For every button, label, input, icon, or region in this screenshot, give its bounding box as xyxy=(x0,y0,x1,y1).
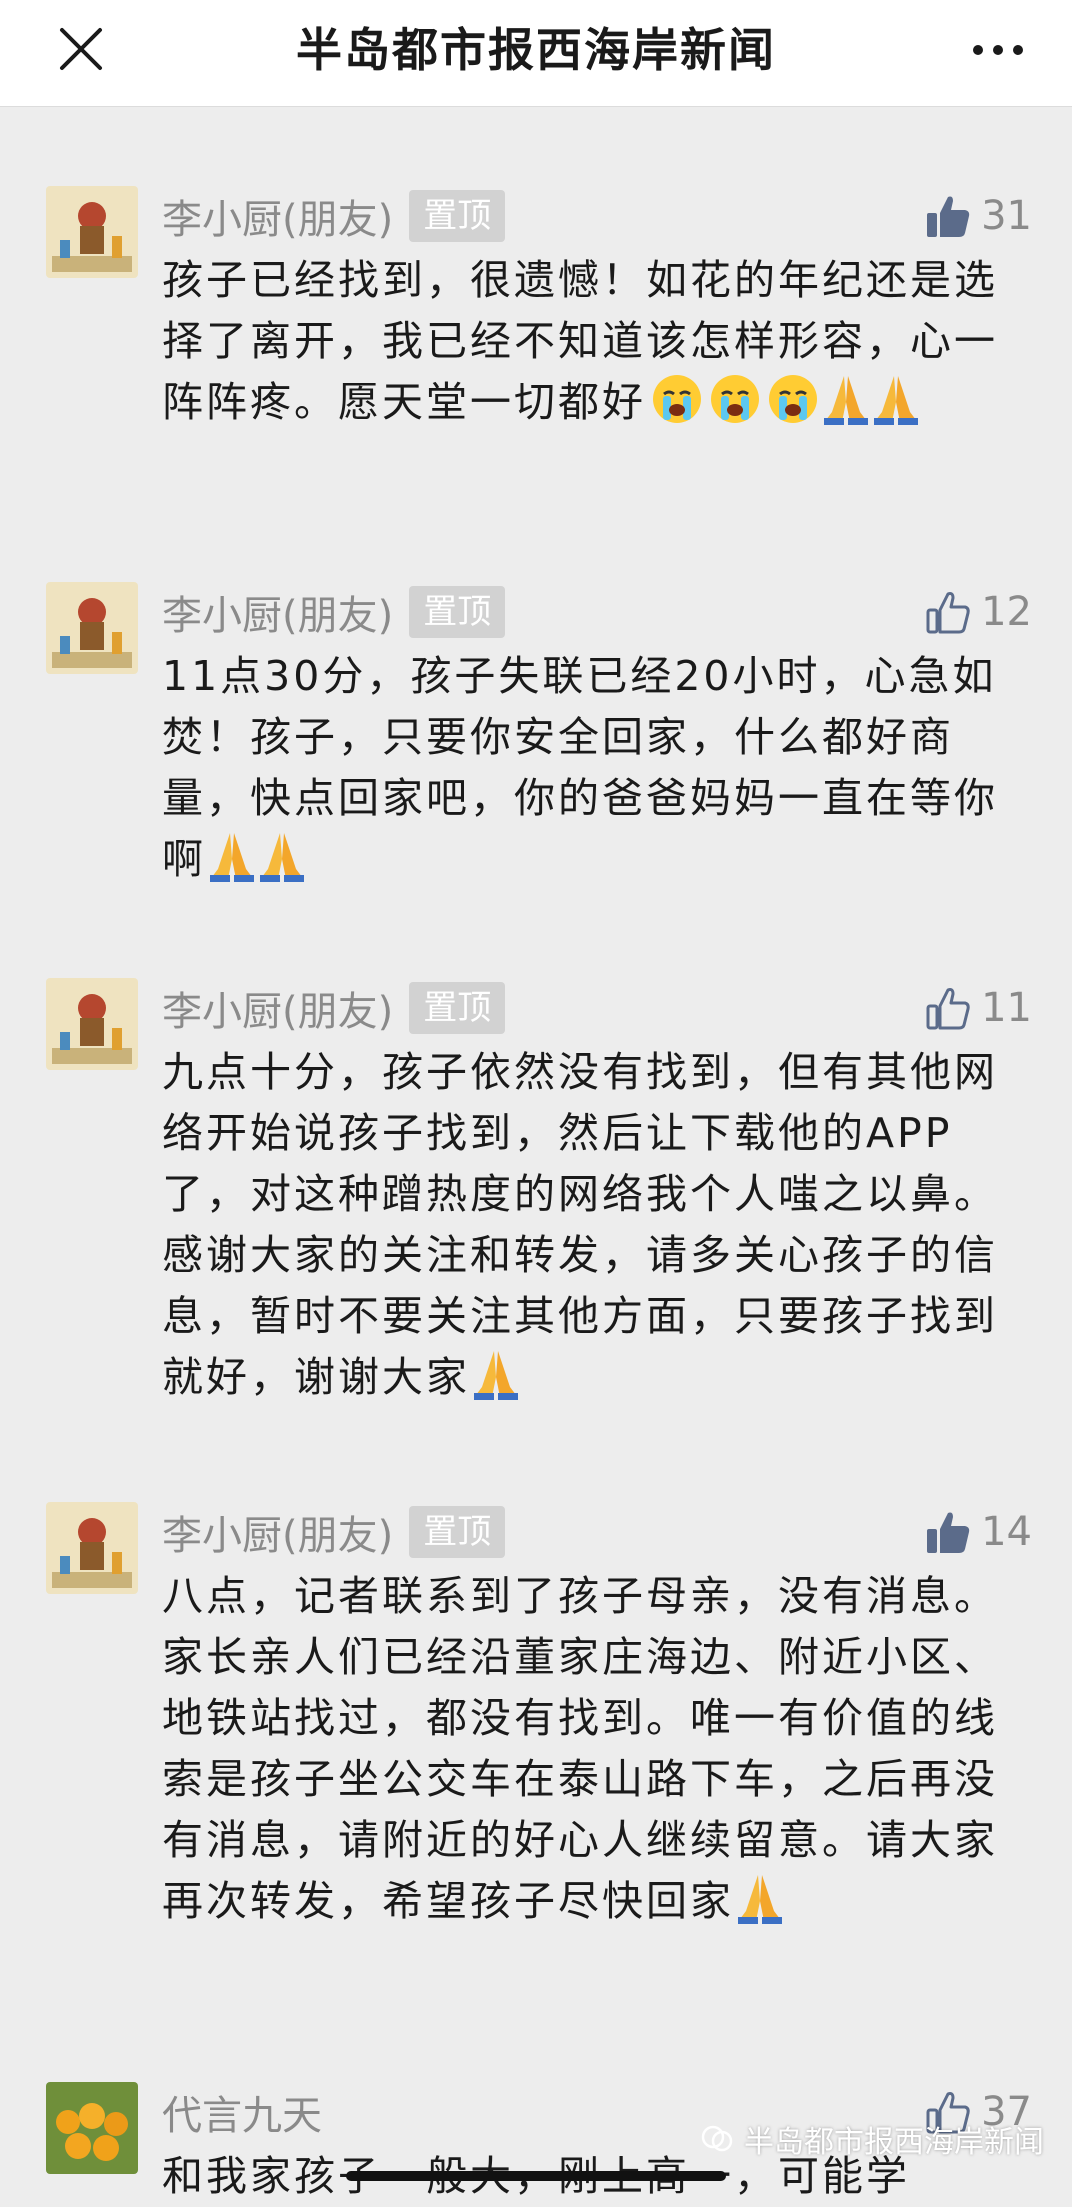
folded-hands-emoji xyxy=(824,376,868,425)
wechat-channel-icon xyxy=(701,2125,733,2152)
emoji-group xyxy=(206,829,306,883)
comment-text: 九点十分，孩子依然没有找到，但有其他网络开始说孩子找到，然后让下载他的APP了，… xyxy=(162,1042,1038,1408)
avatar[interactable] xyxy=(46,1502,138,1594)
comment-body: 九点十分，孩子依然没有找到，但有其他网络开始说孩子找到，然后让下载他的APP了，… xyxy=(162,1048,998,1401)
comment-body: 八点，记者联系到了孩子母亲，没有消息。家长亲人们已经沿董家庄海边、附近小区、地铁… xyxy=(162,1572,998,1925)
emoji-group xyxy=(470,1347,520,1401)
pinned-badge: 置顶 xyxy=(409,586,506,638)
folded-hands-emoji xyxy=(474,1351,518,1400)
comment-text: 孩子已经找到，很遗憾！如花的年纪还是选择了离开，我已经不知道该怎样形容，心一阵阵… xyxy=(162,250,1038,433)
comment-text: 八点，记者联系到了孩子母亲，没有消息。家长亲人们已经沿董家庄海边、附近小区、地铁… xyxy=(162,1566,1038,1932)
comment-header: 李小厨(朋友) 置顶 xyxy=(162,1502,506,1562)
emoji-group xyxy=(646,372,920,426)
thumbs-up-filled-icon xyxy=(927,1512,970,1553)
pinned-badge: 置顶 xyxy=(409,190,506,242)
commenter-name[interactable]: 李小厨(朋友) xyxy=(162,187,393,245)
avatar[interactable] xyxy=(46,2082,138,2174)
avatar[interactable] xyxy=(46,978,138,1070)
thumbs-up-filled-icon xyxy=(927,196,970,237)
pinned-badge: 置顶 xyxy=(409,1506,506,1558)
folded-hands-emoji xyxy=(738,1875,782,1924)
like-button[interactable]: 14 xyxy=(925,1506,1032,1558)
crying-face-emoji xyxy=(653,375,701,423)
folded-hands-emoji xyxy=(210,833,254,882)
more-icon[interactable] xyxy=(968,30,1028,70)
like-count: 11 xyxy=(981,985,1032,1031)
thumbs-up-outline-icon xyxy=(926,988,970,1030)
emoji-group xyxy=(734,1871,784,1925)
commenter-name[interactable]: 李小厨(朋友) xyxy=(162,979,393,1037)
folded-hands-emoji xyxy=(260,833,304,882)
crying-face-emoji xyxy=(769,375,817,423)
like-button[interactable]: 11 xyxy=(925,982,1032,1034)
watermark: 半岛都市报西海岸新闻 xyxy=(700,2117,1044,2161)
commenter-name[interactable]: 代言九天 xyxy=(162,2083,322,2141)
comment-text: 11点30分，孩子失联已经20小时，心急如焚！孩子，只要你安全回家，什么都好商量… xyxy=(162,646,1038,890)
avatar[interactable] xyxy=(46,582,138,674)
thumbs-up-outline-icon xyxy=(926,592,970,634)
like-count: 12 xyxy=(981,589,1032,635)
commenter-name[interactable]: 李小厨(朋友) xyxy=(162,1503,393,1561)
comment-header: 李小厨(朋友) 置顶 xyxy=(162,582,506,642)
comment-header: 李小厨(朋友) 置顶 xyxy=(162,186,506,246)
like-button[interactable]: 31 xyxy=(925,190,1032,242)
like-count: 31 xyxy=(981,193,1032,239)
pinned-badge: 置顶 xyxy=(409,982,506,1034)
like-button[interactable]: 12 xyxy=(925,586,1032,638)
folded-hands-emoji xyxy=(874,376,918,425)
avatar[interactable] xyxy=(46,186,138,278)
top-nav-bar: 半岛都市报西海岸新闻 xyxy=(0,0,1072,107)
like-count: 14 xyxy=(981,1509,1032,1555)
page-title: 半岛都市报西海岸新闻 xyxy=(296,23,776,77)
commenter-name[interactable]: 李小厨(朋友) xyxy=(162,583,393,641)
comment-header: 李小厨(朋友) 置顶 xyxy=(162,978,506,1038)
comment-header: 代言九天 xyxy=(162,2082,322,2142)
crying-face-emoji xyxy=(711,375,759,423)
watermark-text: 半岛都市报西海岸新闻 xyxy=(744,2125,1044,2160)
home-indicator[interactable] xyxy=(346,2171,726,2181)
